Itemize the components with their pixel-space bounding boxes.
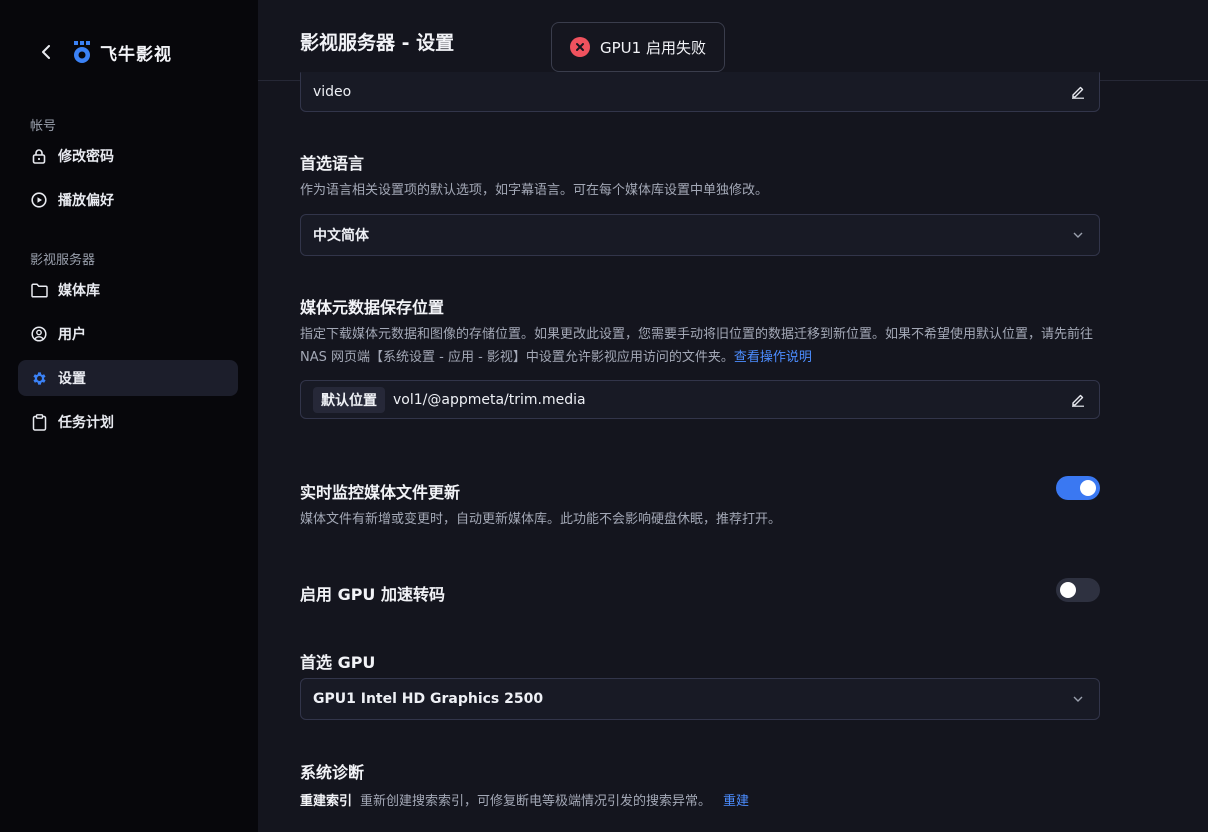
rebuild-index-label: 重建索引 — [300, 794, 353, 809]
section-label-account: 帐号 — [30, 119, 57, 134]
sidebar-item-playback-preferences[interactable]: 播放偏好 — [18, 182, 238, 218]
sidebar: 飞牛影视 帐号 修改密码 播放偏好 影视服务器 媒体库 用户 设置 任务计划 — [0, 0, 258, 832]
page-title: 影视服务器 - 设置 — [300, 32, 455, 54]
app-logo: 飞牛影视 — [70, 39, 172, 65]
folder-icon — [30, 281, 48, 299]
library-name-field[interactable]: video — [300, 72, 1100, 112]
language-select[interactable]: 中文简体 — [300, 214, 1100, 256]
sidebar-item-label: 用户 — [58, 327, 86, 343]
realtime-monitor-description: 媒体文件有新增或变更时，自动更新媒体库。此功能不会影响硬盘休眠，推荐打开。 — [300, 512, 782, 527]
sidebar-item-label: 设置 — [58, 371, 86, 387]
preferred-gpu-selected: GPU1 Intel HD Graphics 2500 — [313, 691, 544, 707]
language-selected: 中文简体 — [313, 228, 369, 244]
error-icon — [570, 37, 590, 57]
metadata-description-line2-wrap: NAS 网页端【系统设置 - 应用 - 影视】中设置允许影视应用访问的文件夹。查… — [300, 346, 1110, 369]
user-icon — [30, 325, 48, 343]
sidebar-item-media-library[interactable]: 媒体库 — [18, 272, 238, 308]
error-toast: GPU1 启用失败 — [551, 22, 725, 72]
play-circle-icon — [30, 191, 48, 209]
diagnostics-title: 系统诊断 — [300, 763, 365, 782]
sidebar-item-scheduled-tasks[interactable]: 任务计划 — [18, 404, 238, 440]
toast-message: GPU1 启用失败 — [600, 38, 706, 57]
edit-icon[interactable] — [1069, 391, 1087, 409]
metadata-description-line1: 指定下载媒体元数据和图像的存储位置。如果更改此设置，您需要手动将旧位置的数据迁移… — [300, 327, 1094, 342]
lock-icon — [30, 147, 48, 165]
back-arrow-icon[interactable] — [38, 38, 54, 66]
edit-icon[interactable] — [1069, 83, 1087, 101]
sidebar-item-settings[interactable]: 设置 — [18, 360, 238, 396]
sidebar-item-label: 修改密码 — [58, 149, 114, 165]
section-label-server: 影视服务器 — [30, 253, 96, 268]
view-instructions-link[interactable]: 查看操作说明 — [734, 350, 812, 365]
fnos-logo-icon — [74, 41, 90, 63]
gear-icon — [30, 369, 48, 387]
gpu-transcode-toggle[interactable] — [1056, 578, 1100, 602]
clipboard-icon — [30, 413, 48, 431]
sidebar-item-users[interactable]: 用户 — [18, 316, 238, 352]
sidebar-item-label: 播放偏好 — [58, 193, 114, 209]
brand: 飞牛影视 — [38, 38, 172, 66]
metadata-path-field[interactable]: 默认位置 vol1/@appmeta/trim.media — [300, 380, 1100, 419]
metadata-path-value: vol1/@appmeta/trim.media — [393, 391, 586, 408]
realtime-monitor-toggle[interactable] — [1056, 476, 1100, 500]
library-name-value: video — [313, 84, 352, 100]
rebuild-index-description: 重新创建搜索索引，可修复断电等极端情况引发的搜索异常。 — [360, 794, 712, 809]
metadata-title: 媒体元数据保存位置 — [300, 298, 445, 317]
rebuild-button[interactable]: 重建 — [723, 794, 749, 809]
preferred-gpu-title: 首选 GPU — [300, 653, 376, 672]
page-header: 影视服务器 - 设置 GPU1 启用失败 — [258, 0, 1208, 81]
app-name: 飞牛影视 — [100, 44, 172, 65]
sidebar-item-label: 任务计划 — [58, 415, 114, 431]
gpu-transcode-title: 启用 GPU 加速转码 — [300, 585, 445, 604]
metadata-description-line2: NAS 网页端【系统设置 - 应用 - 影视】中设置允许影视应用访问的文件夹。 — [300, 350, 734, 365]
preferred-gpu-select[interactable]: GPU1 Intel HD Graphics 2500 — [300, 678, 1100, 720]
toggle-knob — [1080, 480, 1096, 496]
metadata-description: 指定下载媒体元数据和图像的存储位置。如果更改此设置，您需要手动将旧位置的数据迁移… — [300, 323, 1110, 369]
chevron-down-icon — [1069, 226, 1087, 244]
sidebar-item-change-password[interactable]: 修改密码 — [18, 138, 238, 174]
sidebar-item-label: 媒体库 — [58, 283, 100, 299]
default-location-tag: 默认位置 — [313, 386, 385, 413]
language-title: 首选语言 — [300, 154, 365, 173]
realtime-monitor-title: 实时监控媒体文件更新 — [300, 483, 461, 502]
chevron-down-icon — [1069, 690, 1087, 708]
language-description: 作为语言相关设置项的默认选项，如字幕语言。可在每个媒体库设置中单独修改。 — [300, 183, 769, 198]
toggle-knob — [1060, 582, 1076, 598]
rebuild-index-row: 重建索引 重新创建搜索索引，可修复断电等极端情况引发的搜索异常。 重建 — [300, 790, 749, 809]
